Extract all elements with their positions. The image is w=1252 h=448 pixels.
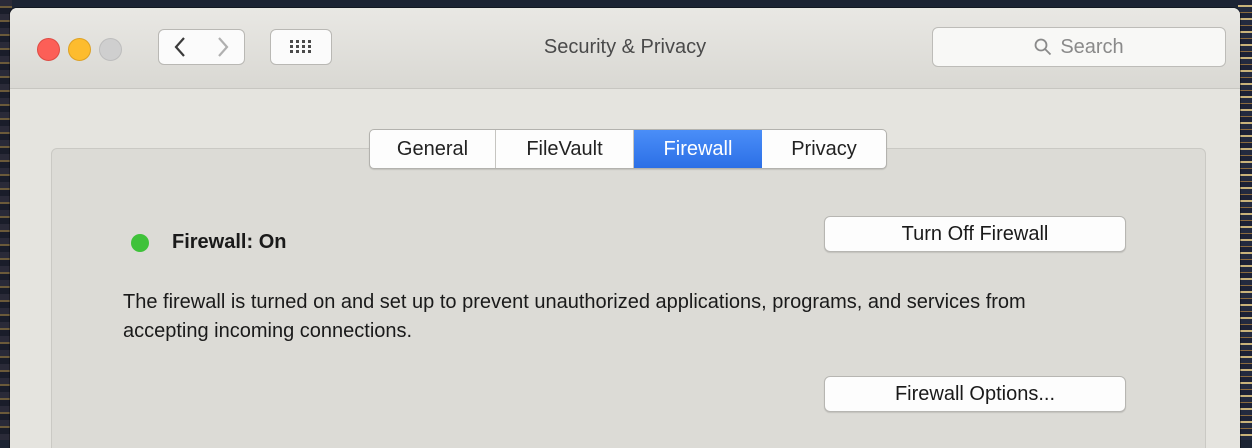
search-placeholder: Search [1060, 35, 1124, 58]
firewall-description: The firewall is turned on and set up to … [123, 291, 1026, 342]
turn-off-firewall-button[interactable]: Turn Off Firewall [824, 216, 1126, 252]
firewall-options-button[interactable]: Firewall Options... [824, 376, 1126, 412]
tab-filevault[interactable]: FileVault [496, 130, 634, 168]
firewall-status-label: Firewall: On [172, 231, 287, 253]
preferences-window: Security & Privacy Search General FileVa… [10, 8, 1240, 448]
tab-general[interactable]: General [370, 130, 496, 168]
tab-privacy[interactable]: Privacy [762, 130, 886, 168]
firewall-status-indicator [131, 234, 149, 252]
desktop-background-right [1238, 0, 1252, 440]
tab-bar: General FileVault Firewall Privacy [369, 129, 887, 169]
search-icon [1034, 38, 1052, 56]
title-bar: Security & Privacy Search [10, 8, 1240, 89]
tab-firewall[interactable]: Firewall [634, 130, 762, 168]
search-field[interactable]: Search [932, 27, 1226, 67]
